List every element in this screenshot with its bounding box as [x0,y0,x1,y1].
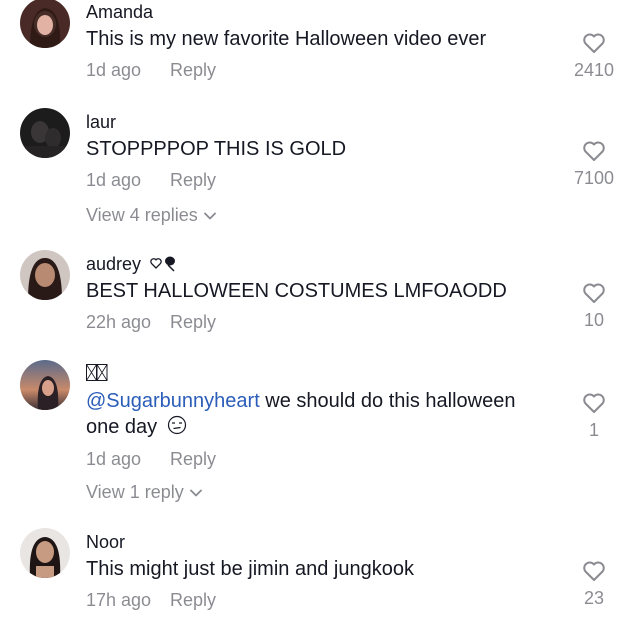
timestamp: 1d ago [86,170,142,190]
username-text: audrey [86,254,142,274]
chevron-down-icon [189,489,202,497]
user-avatar-icon [20,528,70,578]
timestamp: 17h ago [86,590,152,610]
comment-text-line1: we should do this halloween [259,390,516,412]
reply-button[interactable]: Reply [170,170,216,191]
user-avatar-icon [20,108,70,158]
heart-icon [583,283,605,303]
heart-icon [583,141,605,161]
avatar[interactable] [20,108,70,158]
username[interactable] [86,364,108,387]
heart-icon [583,561,605,581]
chevron-down-icon [203,212,216,220]
avatar[interactable] [20,360,70,410]
comment-text: @Sugarbunnyheart we should do this hallo… [86,388,515,440]
comment-text: BEST HALLOWEEN COSTUMES LMFOAODD [86,280,507,302]
like-count: 7100 [573,168,615,188]
timestamp: 1d ago [86,60,142,80]
comment-meta: 1d ago Reply [86,60,216,81]
reply-button[interactable]: Reply [170,590,216,611]
heart-icon [583,393,605,413]
comment-text-line2: one day [86,416,158,438]
like-button[interactable]: 7100 [564,140,624,189]
view-replies-button[interactable]: View 4 replies [86,205,216,226]
avatar[interactable] [20,528,70,578]
avatar[interactable] [20,0,70,48]
view-replies-button[interactable]: View 1 reply [86,482,202,503]
username[interactable]: audrey [86,254,180,275]
comment-meta: 22h ago Reply [86,312,216,333]
user-avatar-icon [20,0,70,48]
comment-meta: 17h ago Reply [86,590,216,611]
like-button[interactable]: 2410 [564,32,624,81]
heart-ice-cream-emoji-icon [150,256,176,272]
reply-button[interactable]: Reply [170,60,216,81]
like-button[interactable]: 23 [564,560,624,609]
view-replies-label: View 1 reply [86,482,184,502]
comment-meta: 1d ago Reply [86,170,216,191]
user-avatar-icon [20,250,70,300]
comment-text: This is my new favorite Halloween video … [86,28,487,50]
timestamp: 1d ago [86,449,142,469]
username[interactable]: Amanda [86,2,153,23]
heart-icon [583,33,605,53]
like-count: 23 [583,588,605,608]
smirk-emoji-icon [167,415,186,435]
like-count: 10 [583,310,605,330]
like-count: 2410 [573,60,615,80]
username[interactable]: Noor [86,532,125,553]
username[interactable]: laur [86,112,116,133]
reply-button[interactable]: Reply [170,449,216,470]
like-button[interactable]: 10 [564,282,624,331]
like-count: 1 [588,420,599,440]
comment-text: STOPPPPOP THIS IS GOLD [86,138,347,160]
comment-meta: 1d ago Reply [86,449,216,470]
view-replies-label: View 4 replies [86,205,198,225]
avatar[interactable] [20,250,70,300]
reply-button[interactable]: Reply [170,312,216,333]
timestamp: 22h ago [86,312,152,332]
like-button[interactable]: 1 [564,392,624,441]
missing-glyph-boxes-icon [86,364,108,381]
mention-link[interactable]: @Sugarbunnyheart [86,390,260,412]
comment-text: This might just be jimin and jungkook [86,558,414,580]
user-avatar-icon [20,360,70,410]
